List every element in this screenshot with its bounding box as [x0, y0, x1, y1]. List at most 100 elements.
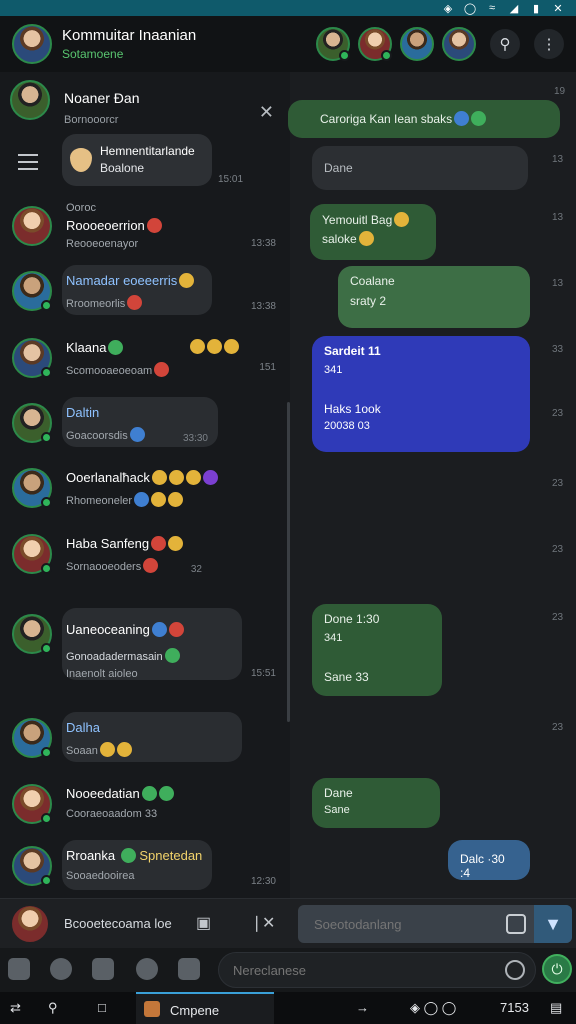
send-button[interactable]: ▼ — [534, 905, 572, 943]
message-bubble[interactable]: Caroriga Kan Iean sbaks — [288, 100, 560, 138]
avatar[interactable] — [10, 904, 50, 944]
timestamp: 19 — [554, 86, 566, 97]
contact-name: Nooeedatian — [66, 786, 140, 801]
list-item[interactable]: Ooerlanalħack Rhomeoneler — [12, 462, 282, 522]
chat-title: Kommuitar Inaanian Sotamoene — [62, 27, 196, 61]
attach-icon[interactable] — [506, 914, 526, 934]
close-icon[interactable]: ✕ — [552, 2, 564, 15]
message-bubble[interactable]: Dane — [312, 146, 528, 190]
timestamp: 12:30 — [250, 876, 276, 887]
search-input[interactable] — [219, 953, 479, 987]
close-icon[interactable]: ✕ — [259, 102, 274, 123]
last-message: Scomooaeoeoam — [66, 365, 153, 377]
message-bubble[interactable]: Dane Sane — [312, 778, 440, 828]
page-title: Kommuitar Inaanian — [62, 27, 197, 44]
media-icon[interactable] — [178, 958, 200, 980]
tray-clock: 7153 — [500, 1000, 529, 1015]
message-text: Haks 1ook — [324, 402, 381, 416]
message-bubble[interactable]: Sardeit 11 341 Haks 1ook 20038 03 — [312, 336, 530, 452]
status-subtitle: Sotamoene — [62, 47, 124, 61]
last-message: Inaenolt aioleo — [66, 668, 138, 680]
timestamp: 23 — [552, 722, 564, 733]
last-message: Soaan — [66, 745, 98, 757]
avatar — [12, 403, 52, 443]
message-text: Sardeit 11 — [324, 344, 381, 358]
avatar[interactable] — [316, 27, 350, 61]
list-item[interactable]: Klaana Scomooaeoeoam 151 — [12, 332, 282, 392]
list-item[interactable]: Noaner Ðan Bornooorcr ✕ — [10, 80, 280, 126]
message-text: Yemouitl Bag — [322, 213, 393, 227]
contact-name: Noaner Ðan — [64, 90, 140, 106]
grid-icon[interactable] — [92, 958, 114, 980]
contact-name: Ooerlanalħack — [66, 470, 150, 485]
list-item[interactable]: Uaneoceaning Gonoadadermasain Inaenolt a… — [12, 608, 282, 688]
last-message: Sooaedooirea — [66, 870, 135, 882]
list-item[interactable]: Namadar eoeeerris Rroomeorlis 13:38 — [12, 265, 282, 325]
avatar[interactable] — [442, 27, 476, 61]
list-item[interactable]: Daltin Goacoorsdis 33:30 — [12, 397, 282, 457]
last-message: Rhomeoneler — [66, 495, 133, 507]
message-text: 341 — [324, 364, 343, 376]
battery-icon: ▮ — [532, 2, 540, 15]
list-item[interactable]: Nooeedatian Cooraeoaadom 33 — [12, 778, 282, 838]
timestamp: 33:30 — [182, 433, 208, 444]
avatar — [12, 784, 52, 824]
emoji-icon — [108, 340, 124, 355]
emoji-icon — [129, 427, 145, 442]
message-text: sraty 2 — [350, 294, 387, 308]
clock-icon[interactable] — [505, 960, 525, 980]
list-item[interactable]: Rroanka Spnetedan Sooaedooirea 12:30 — [12, 840, 282, 900]
avatar — [12, 534, 52, 574]
emoji-icon — [127, 295, 143, 310]
timestamp: 15:51 — [250, 668, 276, 679]
power-icon[interactable]: ⏻ — [542, 954, 572, 984]
pinned-message[interactable]: Hemnentitarlande Boalone — [62, 134, 212, 186]
emoji-icon — [146, 218, 162, 233]
timestamp: 151 — [259, 362, 276, 373]
contact-name: Klaana — [66, 340, 107, 355]
contact-status: Bornooorcr — [64, 114, 119, 126]
message-bubble[interactable]: Dalc ·30 :4 — [448, 840, 530, 880]
back-icon[interactable]: ⇄ — [10, 1000, 21, 1016]
list-item[interactable]: Dalha Soaan — [12, 712, 282, 772]
menu-icon[interactable] — [18, 154, 38, 170]
gif-icon[interactable]: ▣ — [196, 913, 211, 933]
composer-bar: Bcooetecoama loe ▣ ❘ ✕ ▼ — [0, 898, 576, 948]
avatar — [12, 271, 52, 311]
contact-name: Daltin — [66, 405, 100, 420]
active-task[interactable]: Cmpene — [136, 992, 274, 1024]
taskbar: ⇄ ⚲ □ Cmpene → ◈ ◯ ◯ 7153 ▤ — [0, 992, 576, 1024]
timestamp: 23 — [552, 612, 564, 623]
list-item[interactable]: Haba Sanfeng Sornaooeoders 32 — [12, 528, 282, 588]
window-icon[interactable]: □ — [98, 1000, 106, 1015]
contact-name: Roooeoerrion — [66, 218, 145, 233]
message-input[interactable] — [298, 905, 498, 943]
sticker-icon[interactable] — [136, 958, 158, 980]
tray-icons: ◈ ◯ ◯ — [410, 1000, 457, 1015]
avatar — [12, 614, 52, 654]
contact-name: Haba Sanfeng — [66, 536, 150, 551]
message-bubble[interactable]: Done 1:30 341 Sane 33 — [312, 604, 442, 696]
avatar — [12, 718, 52, 758]
avatar[interactable] — [400, 27, 434, 61]
avatar[interactable] — [12, 24, 52, 64]
avatar[interactable] — [358, 27, 392, 61]
image-icon[interactable] — [8, 958, 30, 980]
nfc-icon: ◈ — [443, 2, 453, 15]
notes-icon[interactable]: ▤ — [550, 1000, 562, 1016]
contact-name: Dalha — [66, 720, 100, 735]
last-message: Gonoadadermasain — [66, 651, 163, 663]
message-bubble[interactable]: Coalane sraty 2 — [338, 266, 530, 328]
search-icon[interactable]: ⚲ — [490, 29, 520, 59]
search-field[interactable] — [218, 952, 536, 988]
close-icon[interactable]: ✕ — [262, 913, 275, 933]
more-icon[interactable]: ⋮ — [534, 29, 564, 59]
location-icon[interactable] — [50, 958, 72, 980]
list-item[interactable]: Ooroc Roooeoerrion Reooeoenayor 13:38 — [12, 200, 282, 260]
avatar — [12, 206, 52, 246]
message-field[interactable]: ▼ — [298, 905, 572, 943]
emoji-icon — [179, 273, 195, 288]
message-bubble[interactable]: Yemouitl Bag saloke — [310, 204, 436, 260]
location-pin-icon[interactable]: ⚲ — [48, 1000, 58, 1016]
timestamp: 23 — [552, 408, 564, 419]
